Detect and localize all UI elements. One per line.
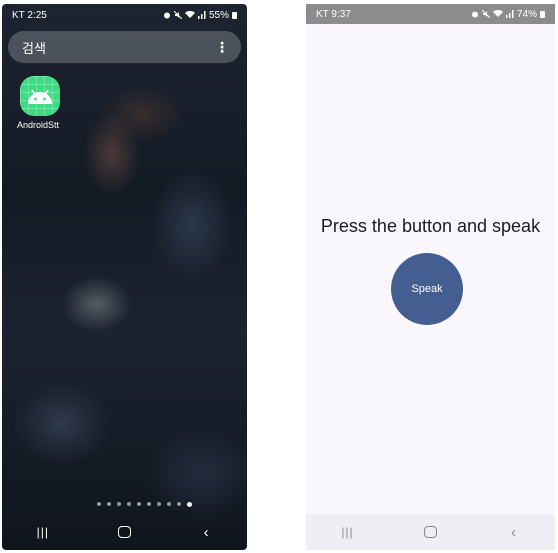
app-label: AndroidStt [16,120,60,130]
app-androidstt[interactable]: AndroidStt [16,76,64,130]
recents-button[interactable]: ||| [328,517,368,547]
page-dot[interactable] [177,502,181,506]
home-icon [117,526,131,538]
back-button[interactable]: ‹ [494,517,534,547]
alarm-icon [471,11,478,18]
page-indicator[interactable] [2,501,247,507]
status-bar: KT 9:37 74% [306,4,555,24]
alarm-icon [163,12,170,19]
search-label: 검색 [22,40,46,56]
status-bar: KT 2:25 55% [2,4,247,26]
battery-percent: 55% [208,9,229,21]
home-screen: KT 2:25 55% 검색 ⋮ AndroidStt ||| ‹ [2,4,247,550]
carrier-time: KT 9:37 [316,8,351,20]
mute-icon [481,10,490,18]
battery-icon [232,11,237,19]
status-icons: 55% [163,10,237,21]
wifi-icon [184,11,195,18]
home-icon [424,526,437,538]
home-button[interactable] [411,517,451,547]
instruction-text: Press the button and speak [320,216,541,236]
mute-icon [173,11,182,19]
signal-icon [197,11,206,19]
battery-percent: 74% [516,8,537,20]
wifi-icon [492,10,503,17]
page-dot[interactable] [147,502,151,506]
navigation-bar: ||| ‹ [2,514,247,550]
recents-button[interactable]: ||| [23,517,63,547]
carrier-time: KT 2:25 [12,9,47,21]
back-button[interactable]: ‹ [186,517,226,547]
page-dot-active[interactable] [187,501,192,507]
page-dot[interactable] [137,502,141,506]
android-icon [20,76,60,116]
page-dot[interactable] [167,502,171,506]
status-icons: 74% [471,9,545,20]
page-dot[interactable] [117,502,121,506]
page-dot[interactable] [157,502,161,506]
battery-icon [540,10,545,18]
page-dot[interactable] [127,502,131,506]
more-options-icon[interactable]: ⋮ [215,40,229,54]
navigation-bar: ||| ‹ [306,514,555,550]
search-bar[interactable]: 검색 ⋮ [8,31,241,63]
app-screen: KT 9:37 74% Press the button and speak S… [306,4,555,550]
page-dot[interactable] [107,502,111,506]
signal-icon [505,10,514,18]
home-button[interactable] [104,517,144,547]
page-dot[interactable] [97,502,101,506]
speak-button[interactable]: Speak [391,253,463,325]
